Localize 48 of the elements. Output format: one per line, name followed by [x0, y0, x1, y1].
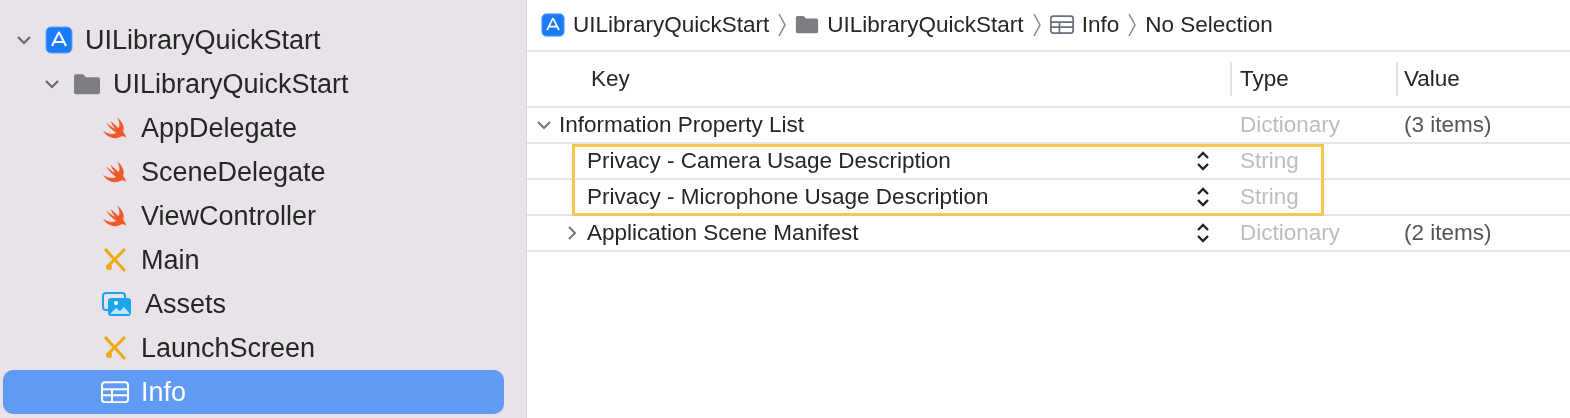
navigator-item[interactable]: UILibraryQuickStart — [3, 62, 504, 106]
breadcrumb-item[interactable]: UILibraryQuickStart — [827, 12, 1024, 38]
disclosure-chevron-icon[interactable] — [537, 118, 551, 132]
plist-row[interactable]: Privacy - Microphone Usage Description String — [527, 180, 1570, 216]
plist-row[interactable]: Privacy - Camera Usage Description String — [527, 144, 1570, 180]
value-text: (3 items) — [1404, 112, 1492, 137]
app-icon — [541, 13, 565, 37]
key-text: Information Property List — [559, 112, 805, 138]
type-text: Dictionary — [1240, 220, 1341, 245]
navigator-item[interactable]: ViewController — [3, 194, 504, 238]
navigator-item[interactable]: UILibraryQuickStart — [3, 18, 504, 62]
separator-chevron-icon — [777, 12, 788, 38]
separator-chevron-icon — [1127, 12, 1138, 38]
type-text: String — [1240, 148, 1299, 173]
disclosure-chevron-icon[interactable] — [565, 226, 579, 240]
folder-icon — [795, 15, 820, 35]
stepper-icon[interactable] — [1196, 150, 1210, 172]
column-header[interactable]: Type — [1240, 66, 1289, 92]
stepper-icon[interactable] — [1196, 186, 1210, 208]
table-icon — [1049, 15, 1074, 35]
pencil-brush-icon — [101, 246, 129, 274]
breadcrumb-item[interactable]: UILibraryQuickStart — [573, 12, 770, 38]
breadcrumb-item[interactable]: No Selection — [1145, 12, 1273, 38]
plist-row[interactable]: Information Property List Dictionary (3 items) — [527, 108, 1570, 144]
plist-row[interactable]: Application Scene Manifest Dictionary (2 items) — [527, 216, 1570, 252]
key-text: Privacy - Microphone Usage Description — [587, 184, 989, 210]
disclosure-chevron-icon[interactable] — [17, 33, 31, 47]
navigator-item[interactable]: SceneDelegate — [3, 150, 504, 194]
app-icon — [45, 26, 73, 54]
value-text: (2 items) — [1404, 220, 1492, 245]
navigator-item[interactable]: Main — [3, 238, 504, 282]
folder-icon — [73, 72, 101, 96]
disclosure-chevron-icon[interactable] — [45, 77, 59, 91]
key-text: Application Scene Manifest — [587, 220, 859, 246]
photos-icon — [101, 290, 133, 318]
key-text: Privacy - Camera Usage Description — [587, 148, 951, 174]
type-text: Dictionary — [1240, 112, 1341, 137]
type-text: String — [1240, 184, 1299, 209]
column-header[interactable]: Value — [1404, 66, 1460, 91]
pencil-brush-icon — [101, 334, 129, 362]
navigator-item[interactable]: Assets — [3, 282, 504, 326]
column-header[interactable]: Key — [591, 66, 630, 92]
breadcrumb-item[interactable]: Info — [1081, 12, 1120, 38]
stepper-icon[interactable] — [1196, 222, 1210, 244]
table-icon — [101, 380, 129, 404]
separator-chevron-icon — [1031, 12, 1042, 38]
navigator-item[interactable]: LaunchScreen — [3, 326, 504, 370]
navigator-item[interactable]: AppDelegate — [3, 106, 504, 150]
